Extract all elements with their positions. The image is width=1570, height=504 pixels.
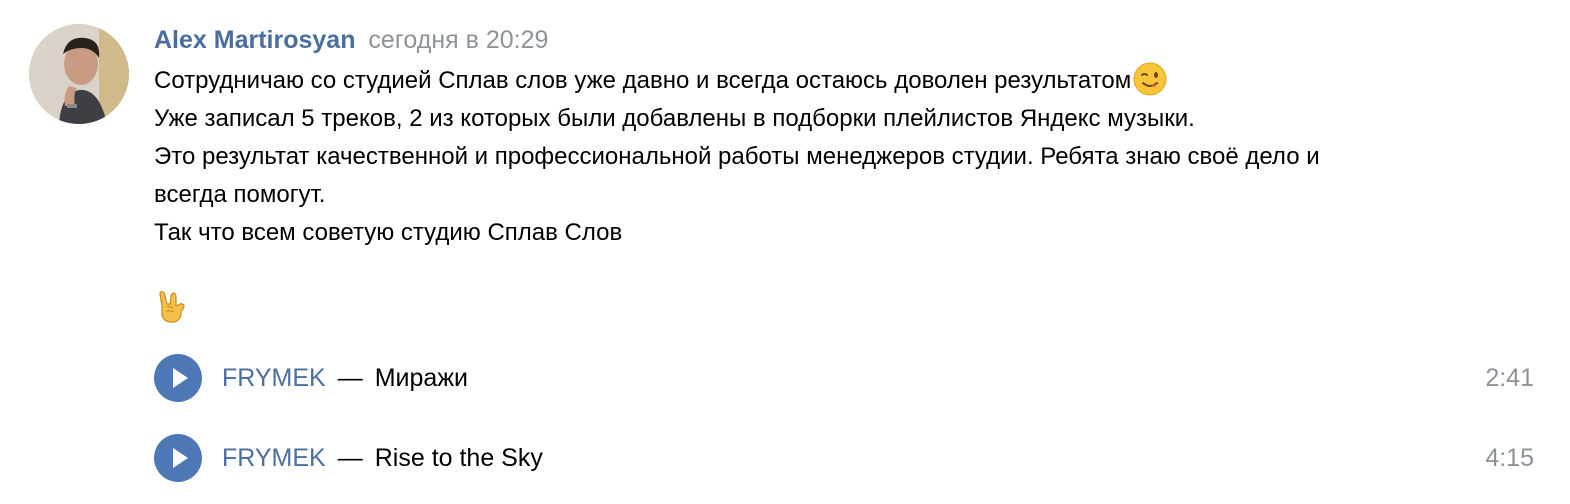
play-icon[interactable] bbox=[154, 354, 202, 402]
post-text: Сотрудничаю со студией Сплав слов уже да… bbox=[154, 62, 1544, 252]
post-header: Alex Martirosyan сегодня в 20:29 bbox=[154, 26, 548, 56]
post-text-line-5: Так что всем советую студию Сплав Слов bbox=[154, 219, 623, 246]
post-timestamp[interactable]: сегодня в 20:29 bbox=[368, 26, 548, 54]
track-title[interactable]: Миражи bbox=[375, 364, 468, 393]
wall-post: Alex Martirosyan сегодня в 20:29 Сотрудн… bbox=[0, 0, 1570, 504]
audio-track[interactable]: FRYMEK — Rise to the Sky 4:15 bbox=[154, 433, 1534, 483]
play-icon[interactable] bbox=[154, 434, 202, 482]
post-text-line-2: Уже записал 5 треков, 2 из которых были … bbox=[154, 105, 1195, 132]
audio-track[interactable]: FRYMEK — Миражи 2:41 bbox=[154, 353, 1534, 403]
track-artist[interactable]: FRYMEK bbox=[222, 444, 326, 473]
track-separator: — bbox=[337, 443, 363, 472]
sign-of-the-horns-emoji bbox=[159, 291, 185, 323]
track-separator: — bbox=[337, 363, 363, 392]
avatar[interactable] bbox=[29, 24, 129, 124]
author-name[interactable]: Alex Martirosyan bbox=[154, 26, 355, 54]
track-duration: 2:41 bbox=[1485, 363, 1534, 392]
avatar-photo bbox=[29, 24, 129, 124]
track-title[interactable]: Rise to the Sky bbox=[375, 444, 543, 473]
track-artist[interactable]: FRYMEK bbox=[222, 364, 326, 393]
track-duration: 4:15 bbox=[1485, 443, 1534, 472]
post-text-line-1: Сотрудничаю со студией Сплав слов уже да… bbox=[154, 67, 1132, 94]
post-text-line: Сотрудничаю со студией Сплав слов уже да… bbox=[154, 62, 1544, 100]
post-text-line-3: Это результат качественной и профессиона… bbox=[154, 143, 1320, 170]
post-text-line-4: всегда помогут. bbox=[154, 181, 326, 208]
winking-face-emoji bbox=[1133, 62, 1167, 96]
